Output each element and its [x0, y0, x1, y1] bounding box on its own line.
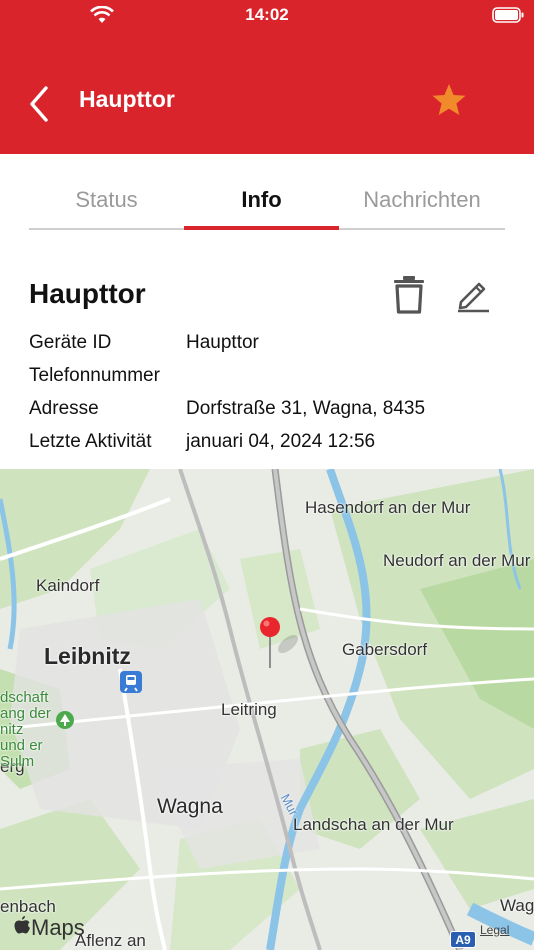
device-info-table: Geräte ID Haupttor Telefonnummer Adresse…	[29, 328, 509, 460]
place-label-neudorf: Neudorf an der Mur	[383, 551, 531, 570]
info-label: Telefonnummer	[29, 365, 160, 386]
park-tree-icon	[56, 711, 74, 729]
tab-bar: Status Info Nachrichten	[29, 178, 505, 232]
location-map[interactable]: Hasendorf an der Mur Neudorf an der Mur …	[0, 469, 534, 950]
legal-link[interactable]: Legal	[480, 923, 509, 937]
info-label: Letzte Aktivität	[29, 431, 152, 452]
info-label: Adresse	[29, 398, 99, 419]
train-station-icon	[120, 671, 142, 693]
info-row-phone: Telefonnummer	[29, 361, 509, 394]
maps-attribution: Maps	[31, 915, 85, 940]
active-tab-indicator	[184, 226, 339, 230]
device-name-heading: Haupttor	[29, 278, 146, 309]
app-header: 14:02 Haupttor	[0, 0, 534, 154]
info-label: Geräte ID	[29, 332, 112, 353]
battery-icon	[492, 7, 524, 23]
tab-nachrichten[interactable]: Nachrichten	[339, 178, 505, 230]
edit-pencil-icon[interactable]	[455, 277, 491, 313]
tab-info[interactable]: Info	[184, 178, 339, 230]
info-value: januari 04, 2024 12:56	[186, 431, 376, 452]
place-label-wagna: Wagna	[157, 795, 223, 818]
place-label-gabersdorf: Gabersdorf	[342, 640, 428, 659]
tab-status[interactable]: Status	[29, 178, 184, 230]
place-label-kaindorf: Kaindorf	[36, 576, 100, 595]
info-row-address: Adresse Dorfstraße 31, Wagna, 8435	[29, 394, 509, 427]
place-label-aflenz: Aflenz an	[75, 931, 146, 950]
page-title: Haupttor	[79, 86, 175, 112]
road-badge-a9: A9	[450, 931, 476, 948]
info-value: Dorfstraße 31, Wagna, 8435	[186, 398, 426, 419]
place-label-enbach: enbach	[0, 897, 56, 916]
info-row-last-activity: Letzte Aktivität januari 04, 2024 12:56	[29, 427, 509, 460]
info-value: Haupttor	[186, 332, 259, 353]
favorite-star-icon[interactable]	[430, 82, 468, 118]
place-label-park: dschaft ang der nitz und er Sulm	[0, 689, 51, 770]
place-label-wag: Wag	[500, 896, 534, 915]
status-time: 14:02	[245, 5, 289, 24]
place-label-landscha: Landscha an der Mur	[293, 815, 454, 834]
status-bar: 14:02	[0, 0, 534, 30]
back-chevron-icon[interactable]	[26, 84, 52, 124]
info-row-device-id: Geräte ID Haupttor	[29, 328, 509, 361]
apple-logo-icon	[14, 916, 30, 934]
place-label-leibnitz: Leibnitz	[44, 643, 131, 669]
place-label-leitring: Leitring	[221, 700, 277, 719]
location-pin-icon[interactable]	[258, 616, 282, 672]
trash-icon[interactable]	[392, 274, 426, 314]
place-label-hasendorf: Hasendorf an der Mur	[305, 498, 471, 517]
